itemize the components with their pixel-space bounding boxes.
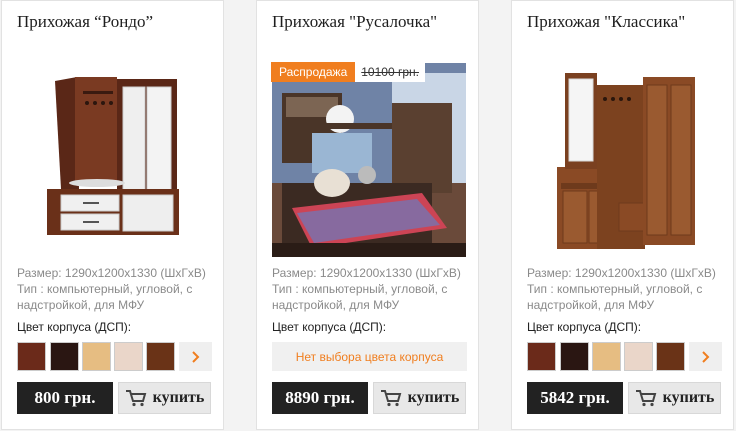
product-title[interactable]: Прихожая “Рондо”: [17, 12, 153, 32]
product-specs: Размер: 1290х1200х1330 (ШхГхВ) Тип : ком…: [527, 265, 723, 313]
buy-button[interactable]: купить: [373, 382, 466, 414]
buy-label: купить: [152, 389, 205, 406]
swatches-next-button[interactable]: [179, 342, 212, 371]
swatches-next-button[interactable]: [689, 342, 722, 371]
color-swatch[interactable]: [624, 342, 653, 371]
cart-icon: [125, 390, 146, 407]
color-swatch[interactable]: [17, 342, 46, 371]
color-swatch[interactable]: [656, 342, 685, 371]
color-label: Цвет корпуса (ДСП):: [17, 320, 132, 334]
product-specs: Размер: 1290х1200х1330 (ШхГхВ) Тип : ком…: [17, 265, 213, 313]
product-title[interactable]: Прихожая "Русалочка": [272, 12, 437, 32]
color-swatch[interactable]: [50, 342, 79, 371]
product-size: Размер: 1290х1200х1330 (ШхГхВ): [527, 266, 716, 280]
buy-label: купить: [662, 389, 715, 406]
buy-button[interactable]: купить: [118, 382, 211, 414]
product-price: 800 грн.: [17, 382, 113, 414]
cart-icon: [380, 390, 401, 407]
color-label: Цвет корпуса (ДСП):: [272, 320, 387, 334]
sale-badge: Распродажа 10100 грн.: [271, 62, 425, 82]
product-card-klassika: Прихожая "Классика" Размер: 1290х1200х13…: [511, 0, 734, 430]
buy-button[interactable]: купить: [628, 382, 721, 414]
color-swatch[interactable]: [114, 342, 143, 371]
product-title[interactable]: Прихожая "Классика": [527, 12, 685, 32]
product-size: Размер: 1290х1200х1330 (ШхГхВ): [272, 266, 461, 280]
chevron-right-icon: [191, 350, 199, 363]
product-image[interactable]: [527, 63, 721, 257]
product-price: 8890 грн.: [272, 382, 368, 414]
color-swatch[interactable]: [592, 342, 621, 371]
product-specs: Размер: 1290х1200х1330 (ШхГхВ) Тип : ком…: [272, 265, 468, 313]
product-type: Тип : компьютерный, угловой, с надстройк…: [17, 282, 193, 312]
color-swatches: [17, 342, 213, 372]
chevron-right-icon: [701, 350, 709, 363]
color-swatch[interactable]: [82, 342, 111, 371]
color-swatch[interactable]: [527, 342, 556, 371]
product-type: Тип : компьютерный, угловой, с надстройк…: [272, 282, 448, 312]
product-price: 5842 грн.: [527, 382, 623, 414]
no-color-choice-notice: Нет выбора цвета корпуса: [272, 342, 467, 371]
sale-label: Распродажа: [271, 62, 356, 82]
product-image[interactable]: [17, 63, 211, 257]
product-size: Размер: 1290х1200х1330 (ШхГхВ): [17, 266, 206, 280]
product-type: Тип : компьютерный, угловой, с надстройк…: [527, 282, 703, 312]
color-swatch[interactable]: [560, 342, 589, 371]
buy-label: купить: [407, 389, 460, 406]
cart-icon: [635, 390, 656, 407]
old-price: 10100 грн.: [355, 62, 425, 82]
color-swatches: [527, 342, 723, 372]
color-label: Цвет корпуса (ДСП):: [527, 320, 642, 334]
color-swatch[interactable]: [146, 342, 175, 371]
product-card-rondo: Прихожая “Рондо” Размер: 1290х1200х1330 …: [1, 0, 224, 430]
product-image[interactable]: [272, 63, 466, 257]
